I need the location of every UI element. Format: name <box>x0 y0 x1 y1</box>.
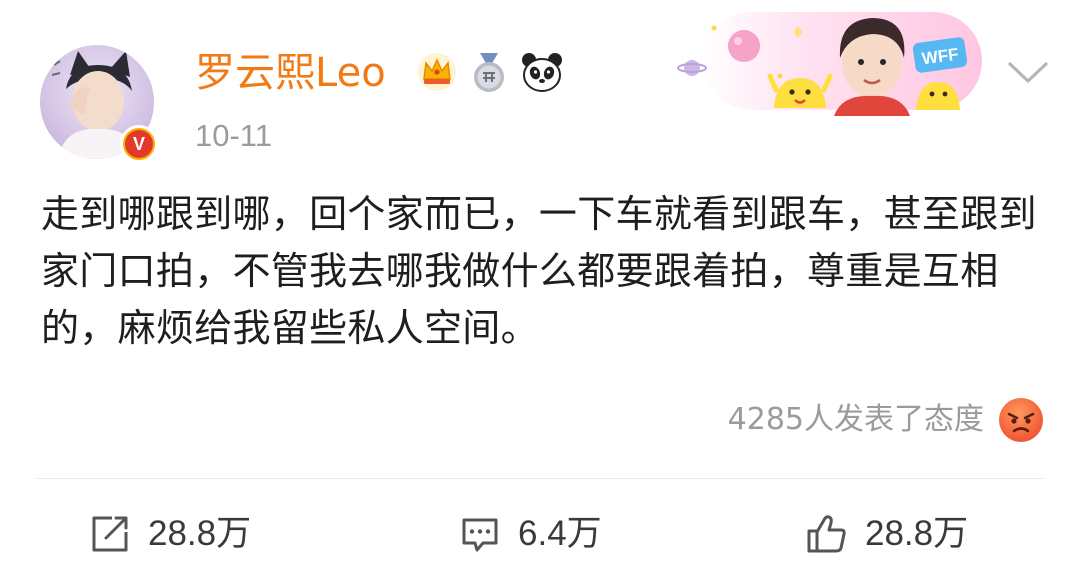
repost-button[interactable]: 28.8万 <box>88 505 251 563</box>
repost-count: 28.8万 <box>148 514 252 553</box>
crown-icon[interactable] <box>416 51 458 97</box>
thumbs-up-icon <box>805 512 849 556</box>
like-button[interactable]: 28.8万 <box>805 505 968 563</box>
divider <box>36 478 1044 479</box>
reaction-summary[interactable]: 4285人发表了态度 <box>728 393 1044 447</box>
post-time: 10-11 <box>195 118 272 153</box>
answer-medal-icon[interactable] <box>470 51 508 97</box>
panda-icon[interactable] <box>520 51 564 97</box>
angry-face-icon <box>998 397 1044 443</box>
repost-icon <box>88 512 132 556</box>
user-avatar[interactable]: V <box>40 45 162 167</box>
comment-icon <box>458 512 502 556</box>
reaction-count-text: 4285人发表了态度 <box>727 402 984 437</box>
verified-badge-icon: V <box>120 125 158 163</box>
post-content: 走到哪跟到哪，回个家而已，一下车就看到跟车，甚至跟到家门口拍，不管我去哪我做什么… <box>41 192 1037 350</box>
comment-button[interactable]: 6.4万 <box>458 505 602 563</box>
comment-count: 6.4万 <box>518 514 602 553</box>
user-name[interactable]: 罗云熙Leo <box>195 45 386 101</box>
more-options-chevron-icon[interactable] <box>1006 58 1050 88</box>
user-badges <box>416 52 576 96</box>
profile-banner-decoration: WFF <box>662 6 982 116</box>
weibo-post-card: V 罗云熙Leo 10-11 WFF 走到哪跟到哪，回个家而已，一下车就看到跟车… <box>0 0 1080 579</box>
like-count: 28.8万 <box>865 514 969 553</box>
